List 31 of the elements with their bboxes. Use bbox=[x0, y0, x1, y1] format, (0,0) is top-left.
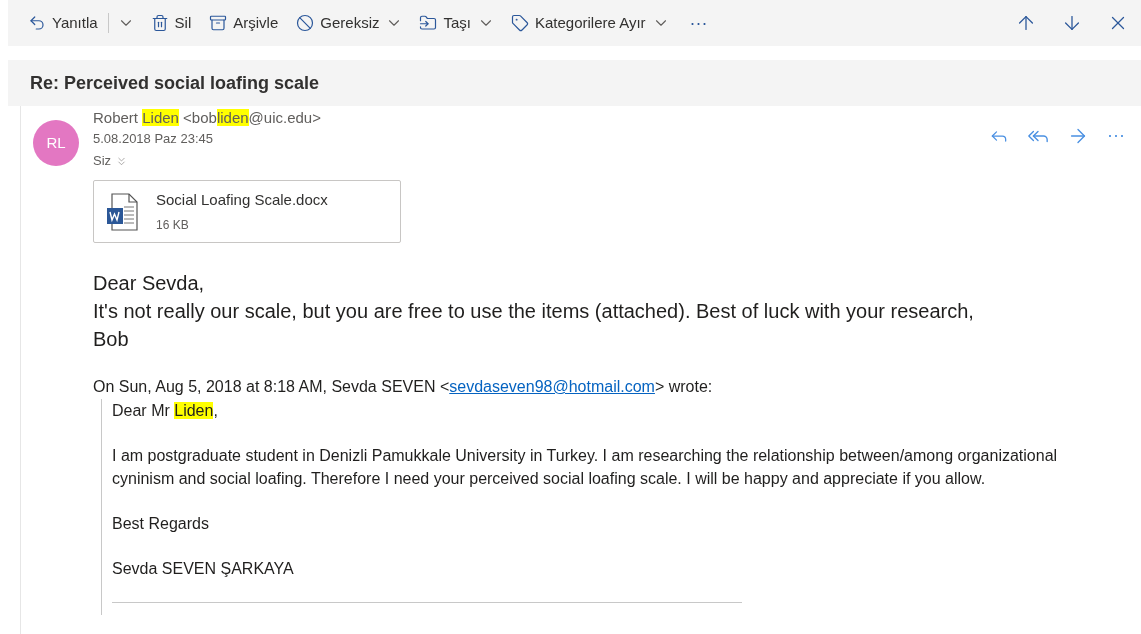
toolbar-button[interactable]: Kategorilere Ayır bbox=[511, 11, 646, 35]
toolbar-button[interactable]: Arşivle bbox=[209, 11, 279, 35]
message-date: 5.08.2018 Paz 23:45 bbox=[93, 130, 214, 148]
email-link[interactable]: sevdaseven98@hotmail.com bbox=[449, 378, 655, 395]
subject-title: Re: Perceived social loafing scale bbox=[30, 71, 320, 95]
message-text: It's not really our scale, but you are free to use the items (attached). Best of luck with your research, bbox=[93, 299, 975, 324]
attachment-name: Social Loafing Scale.docx bbox=[156, 190, 328, 211]
avatar: RL bbox=[33, 120, 79, 166]
quoted-text: I am postgraduate student in Denizli Pamukkale University in Turkey. I am researching the relationship between/among organizational cyninism and social loafing. Therefore I need your perceived social loafing scale. I will be happy and appreciate if you allow. bbox=[112, 446, 1059, 489]
attachment-size: 16 KB bbox=[156, 216, 190, 234]
toolbar-button[interactable]: Gereksiz bbox=[296, 11, 380, 35]
message-text: Dear Sevda, bbox=[93, 271, 206, 296]
toolbar-button[interactable]: Yanıtla bbox=[28, 11, 98, 35]
attachment-card[interactable]: Social Loafing Scale.docx 16 KB bbox=[93, 180, 401, 243]
prohibited-icon bbox=[296, 14, 315, 32]
more-button[interactable]: ··· bbox=[689, 9, 708, 37]
archive-box-icon bbox=[209, 14, 228, 32]
more-button[interactable]: ··· bbox=[1107, 122, 1125, 149]
word-document-icon bbox=[106, 192, 138, 231]
quoted-text: Dear Mr Liden, bbox=[112, 401, 219, 421]
undo-arrow-icon bbox=[28, 14, 46, 32]
message-text: Bob bbox=[93, 327, 130, 352]
quoted-text: Sevda SEVEN ŞARKAYA bbox=[112, 559, 295, 579]
quoted-text: Best Regards bbox=[112, 514, 210, 534]
toolbar-button[interactable]: Sil bbox=[150, 11, 192, 35]
tag-icon bbox=[511, 14, 529, 32]
toolbar-button[interactable]: Taşı bbox=[419, 11, 471, 35]
recipient-label: Siz bbox=[93, 152, 112, 170]
quote-header: On Sun, Aug 5, 2018 at 8:18 AM, Sevda SEVEN <sevdaseven98@hotmail.com> wrote: bbox=[93, 377, 714, 397]
trash-icon bbox=[150, 14, 169, 32]
folder-arrow-icon bbox=[419, 14, 438, 32]
